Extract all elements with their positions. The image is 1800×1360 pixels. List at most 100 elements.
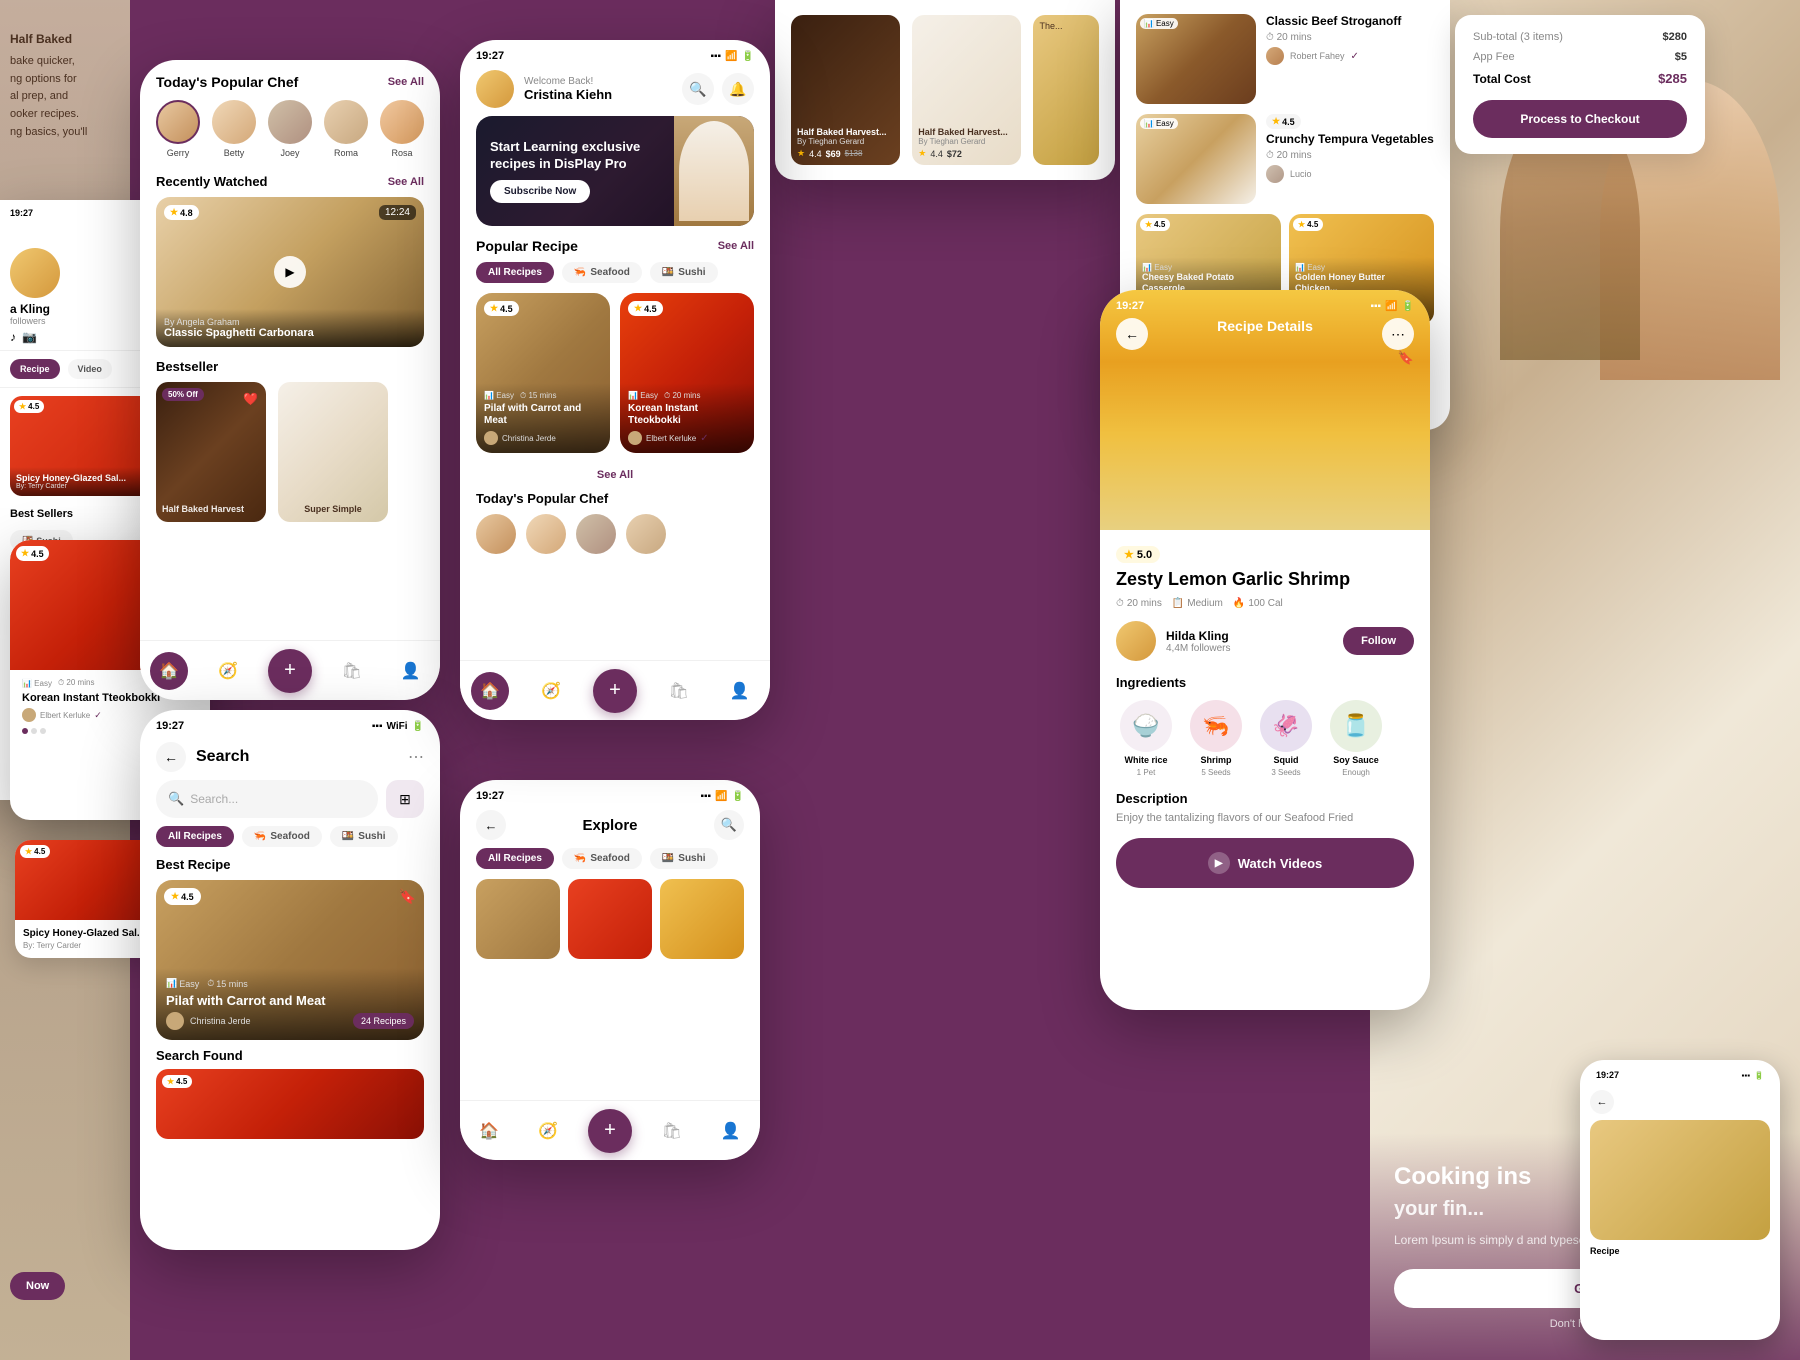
beef-author: Robert Fahey xyxy=(1290,51,1345,61)
book-harvest-top[interactable]: Half Baked Harvest... By Tieghan Gerard … xyxy=(791,15,900,165)
nav-compass-explore[interactable]: 🧭 xyxy=(529,1112,567,1150)
nav-cart-1[interactable]: 🛍 xyxy=(333,652,371,690)
instagram-icon[interactable]: 📷 xyxy=(22,330,37,344)
nav-user-1[interactable]: 👤 xyxy=(392,652,430,690)
see-all-watched[interactable]: See All xyxy=(388,176,424,188)
spicy-float-rating: ★4.5 xyxy=(20,845,50,858)
nav-home-feed[interactable]: 🏠 xyxy=(471,672,509,710)
ingredient-soy: 🫙 Soy Sauce Enough xyxy=(1326,700,1386,777)
tempura-title: Crunchy Tempura Vegetables xyxy=(1266,132,1434,146)
profile-avatar xyxy=(10,248,60,298)
search-filter-row: 🔍 Search... ⊞ xyxy=(140,780,440,826)
book-simple-top[interactable]: Half Baked Harvest... By Tieghan Gerard … xyxy=(912,15,1021,165)
search-more-icon[interactable]: ⋯ xyxy=(408,747,424,767)
search-input-wrapper[interactable]: 🔍 Search... xyxy=(156,780,378,818)
book-simple[interactable]: Super Simple xyxy=(278,382,388,522)
explore-card-1[interactable] xyxy=(476,879,560,959)
see-all-recipes[interactable]: See All xyxy=(597,469,633,481)
nav-home-1[interactable]: 🏠 xyxy=(150,652,188,690)
detail-back-btn[interactable]: ← xyxy=(1116,318,1148,350)
watched-video-card[interactable]: 12:24 ★ 4.8 ▶ By Angela Graham Classic S… xyxy=(156,197,424,347)
description-text: Enjoy the tantalizing flavors of our Sea… xyxy=(1116,812,1414,824)
book-top-title-1: Half Baked Harvest... By Tieghan Gerard … xyxy=(797,127,894,159)
tag-all-search[interactable]: All Recipes xyxy=(156,826,234,847)
video-rating-badge: ★ 4.8 xyxy=(164,205,199,220)
detail-bookmark-icon[interactable]: 🔖 xyxy=(1398,350,1414,366)
chef-name-joey: Joey xyxy=(280,148,299,158)
korean-card[interactable]: ★ 4.5 📊 Easy ⏱ 20 mins Korean Instant Tt… xyxy=(620,293,754,453)
ingredients-title: Ingredients xyxy=(1116,675,1414,690)
play-button[interactable]: ▶ xyxy=(274,256,306,288)
explore-card-2[interactable] xyxy=(568,879,652,959)
tag-sushi-search[interactable]: 🍱Sushi xyxy=(330,826,398,847)
nav-cart-explore[interactable]: 🛍 xyxy=(653,1112,691,1150)
search-found-card[interactable]: ★ 4.5 xyxy=(156,1069,424,1139)
beef-info: Classic Beef Stroganoff ⏱ 20 mins Robert… xyxy=(1266,14,1434,104)
tag-sushi-explore[interactable]: 🍱Sushi xyxy=(650,848,718,869)
spicy-rating-badge: ★4.5 xyxy=(14,400,44,413)
popular-chef-title: Today's Popular Chef xyxy=(156,74,298,90)
best-recipe-card[interactable]: ★ 4.5 🔖 📊 Easy ⏱ 15 mins Pilaf with Carr… xyxy=(156,880,424,1040)
detail-chef-row: Hilda Kling 4,4M followers Follow xyxy=(1116,621,1414,661)
explore-header: ← Explore 🔍 xyxy=(460,806,760,848)
tag-seafood-search[interactable]: 🦐Seafood xyxy=(242,826,322,847)
detail-more-btn[interactable]: ⋯ xyxy=(1382,318,1414,350)
search-back-btn[interactable]: ← xyxy=(156,742,186,772)
book-3-top[interactable]: The... xyxy=(1033,15,1099,165)
left-text-5: ooker recipes. xyxy=(10,106,120,124)
small-back-btn[interactable]: ← xyxy=(1590,1090,1614,1114)
tag-seafood-explore[interactable]: 🦐Seafood xyxy=(562,848,642,869)
home-bell-icon[interactable]: 🔔 xyxy=(722,73,754,105)
nav-cart-feed[interactable]: 🛍 xyxy=(660,672,698,710)
nav-user-feed[interactable]: 👤 xyxy=(721,672,759,710)
nav-add-1[interactable]: + xyxy=(268,649,312,693)
see-all-popular[interactable]: See All xyxy=(718,240,754,252)
tab-video[interactable]: Video xyxy=(68,359,112,379)
now-button[interactable]: Now xyxy=(10,1272,65,1300)
promo-banner[interactable]: Start Learning exclusive recipes in DisP… xyxy=(476,116,754,226)
popular-chef-bottom: Today's Popular Chef xyxy=(460,491,770,554)
nav-compass-feed[interactable]: 🧭 xyxy=(532,672,570,710)
home-search-icon[interactable]: 🔍 xyxy=(682,73,714,105)
explore-search-btn[interactable]: 🔍 xyxy=(714,810,744,840)
search-filter-icon[interactable]: ⊞ xyxy=(386,780,424,818)
search-magnify-icon: 🔍 xyxy=(168,791,184,807)
subscribe-btn[interactable]: Subscribe Now xyxy=(490,180,590,203)
tag-seafood-popular[interactable]: 🦐Seafood xyxy=(562,262,642,283)
small-phone-right: 19:27 ▪▪▪🔋 ← Recipe xyxy=(1580,1060,1780,1340)
korean-float-avatar xyxy=(22,708,36,722)
best-recipe-info: 📊 Easy ⏱ 15 mins Pilaf with Carrot and M… xyxy=(156,968,424,1040)
detail-chef-avatar xyxy=(1116,621,1156,661)
nav-add-feed[interactable]: + xyxy=(593,669,637,713)
tab-recipe[interactable]: Recipe xyxy=(10,359,60,379)
watch-videos-btn[interactable]: ▶ Watch Videos xyxy=(1116,838,1414,888)
heart-icon[interactable]: ❤️ xyxy=(243,392,258,406)
promo-text: Start Learning exclusive recipes in DisP… xyxy=(476,125,674,218)
checkout-btn[interactable]: Process to Checkout xyxy=(1473,100,1687,138)
best-recipe-author: Christina Jerde xyxy=(190,1016,251,1026)
popular-recipe-title: Popular Recipe xyxy=(476,238,578,254)
tiktok-icon[interactable]: ♪ xyxy=(10,330,16,344)
pilaf-card[interactable]: ★ 4.5 📊 Easy ⏱ 15 mins Pilaf with Carrot… xyxy=(476,293,610,453)
tag-all-explore[interactable]: All Recipes xyxy=(476,848,554,869)
tempura-row[interactable]: 📊 Easy ★4.5 Crunchy Tempura Vegetables ⏱… xyxy=(1136,114,1434,204)
korean-float-rating: ★4.5 xyxy=(16,546,49,561)
recipes-count-badge: 24 Recipes xyxy=(353,1013,414,1029)
explore-card-3[interactable] xyxy=(660,879,744,959)
explore-back-btn[interactable]: ← xyxy=(476,810,506,840)
description-title: Description xyxy=(1116,791,1414,806)
time-explore: 19:27 xyxy=(476,790,504,802)
korean-author: Elbert Kerluke xyxy=(646,434,696,443)
nav-add-explore[interactable]: + xyxy=(588,1109,632,1153)
book-harvest[interactable]: 50% Off ❤️ Half Baked Harvest xyxy=(156,382,266,522)
follow-btn[interactable]: Follow xyxy=(1343,627,1414,655)
small-phone-img xyxy=(1590,1120,1770,1240)
nav-compass-1[interactable]: 🧭 xyxy=(209,652,247,690)
best-recipe-bookmark[interactable]: 🔖 xyxy=(399,888,416,905)
nav-home-explore[interactable]: 🏠 xyxy=(470,1112,508,1150)
tag-sushi-popular[interactable]: 🍱Sushi xyxy=(650,262,718,283)
see-all-chefs[interactable]: See All xyxy=(388,76,424,88)
beef-stroganoff-row[interactable]: 📊 Easy Classic Beef Stroganoff ⏱ 20 mins… xyxy=(1136,14,1434,104)
tag-all-popular[interactable]: All Recipes xyxy=(476,262,554,283)
nav-user-explore[interactable]: 👤 xyxy=(712,1112,750,1150)
